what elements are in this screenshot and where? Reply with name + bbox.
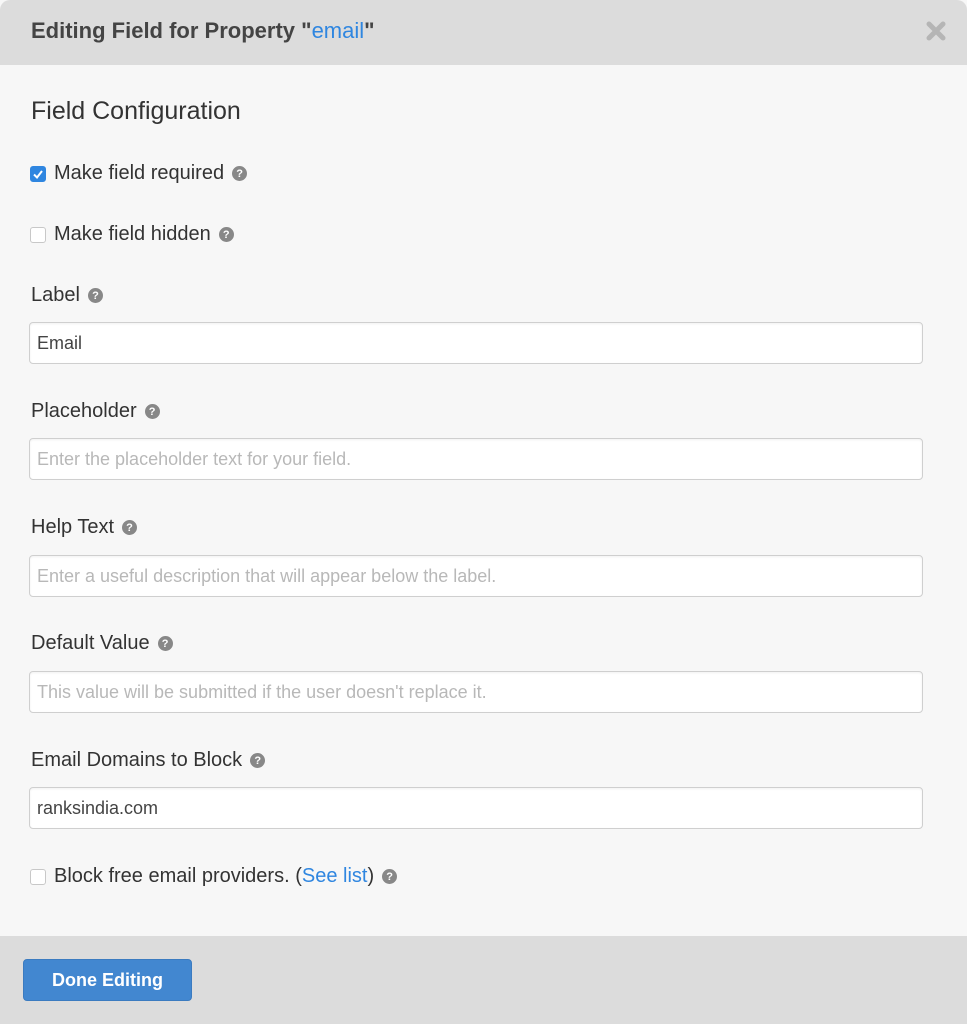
required-option: Make field required ?	[30, 162, 248, 185]
section-title: Field Configuration	[31, 97, 241, 125]
placeholder-text: Placeholder	[31, 400, 137, 422]
label-input[interactable]	[29, 322, 923, 364]
help-icon[interactable]: ?	[157, 636, 173, 651]
help-icon[interactable]: ?	[218, 227, 234, 242]
done-editing-button[interactable]: Done Editing	[23, 959, 192, 1001]
block-free-label: Block free email providers. (	[54, 865, 302, 887]
help-icon[interactable]: ?	[232, 166, 248, 181]
property-name: email	[311, 18, 365, 43]
check-icon	[33, 169, 43, 179]
help-icon[interactable]: ?	[87, 288, 103, 303]
help-text-field-label: Help Text ?	[31, 516, 138, 539]
placeholder-input[interactable]	[29, 438, 923, 480]
placeholder-field-label: Placeholder ?	[31, 400, 160, 423]
help-icon[interactable]: ?	[250, 753, 266, 768]
block-free-label-end: )	[367, 865, 375, 887]
label-text: Label	[31, 284, 80, 306]
default-value-input[interactable]	[29, 671, 923, 713]
hidden-checkbox[interactable]	[30, 226, 46, 243]
close-button[interactable]	[925, 20, 947, 42]
email-domains-label: Email Domains to Block	[31, 749, 243, 771]
block-free-option: Block free email providers. (See list) ?	[30, 865, 398, 888]
default-value-label: Default Value	[31, 632, 150, 654]
help-icon[interactable]: ?	[144, 404, 160, 419]
title-suffix: "	[364, 18, 375, 43]
block-free-checkbox[interactable]	[30, 868, 46, 885]
title-prefix: Editing Field for Property "	[31, 18, 312, 43]
label-field-label: Label ?	[31, 284, 103, 307]
modal-header: Editing Field for Property "email"	[0, 0, 967, 65]
see-list-link[interactable]: See list	[302, 865, 368, 888]
help-icon[interactable]: ?	[122, 520, 138, 535]
email-domains-input[interactable]	[29, 787, 923, 829]
close-icon	[926, 21, 946, 41]
required-label: Make field required	[54, 162, 225, 184]
help-text-label: Help Text	[31, 516, 115, 538]
email-domains-field-label: Email Domains to Block ?	[31, 749, 266, 772]
hidden-option: Make field hidden ?	[30, 223, 234, 246]
modal-title: Editing Field for Property "email"	[31, 18, 375, 44]
help-icon[interactable]: ?	[382, 869, 398, 884]
default-value-field-label: Default Value ?	[31, 632, 173, 655]
help-text-input[interactable]	[29, 555, 923, 597]
required-checkbox[interactable]	[30, 165, 46, 182]
hidden-label: Make field hidden	[54, 223, 211, 245]
